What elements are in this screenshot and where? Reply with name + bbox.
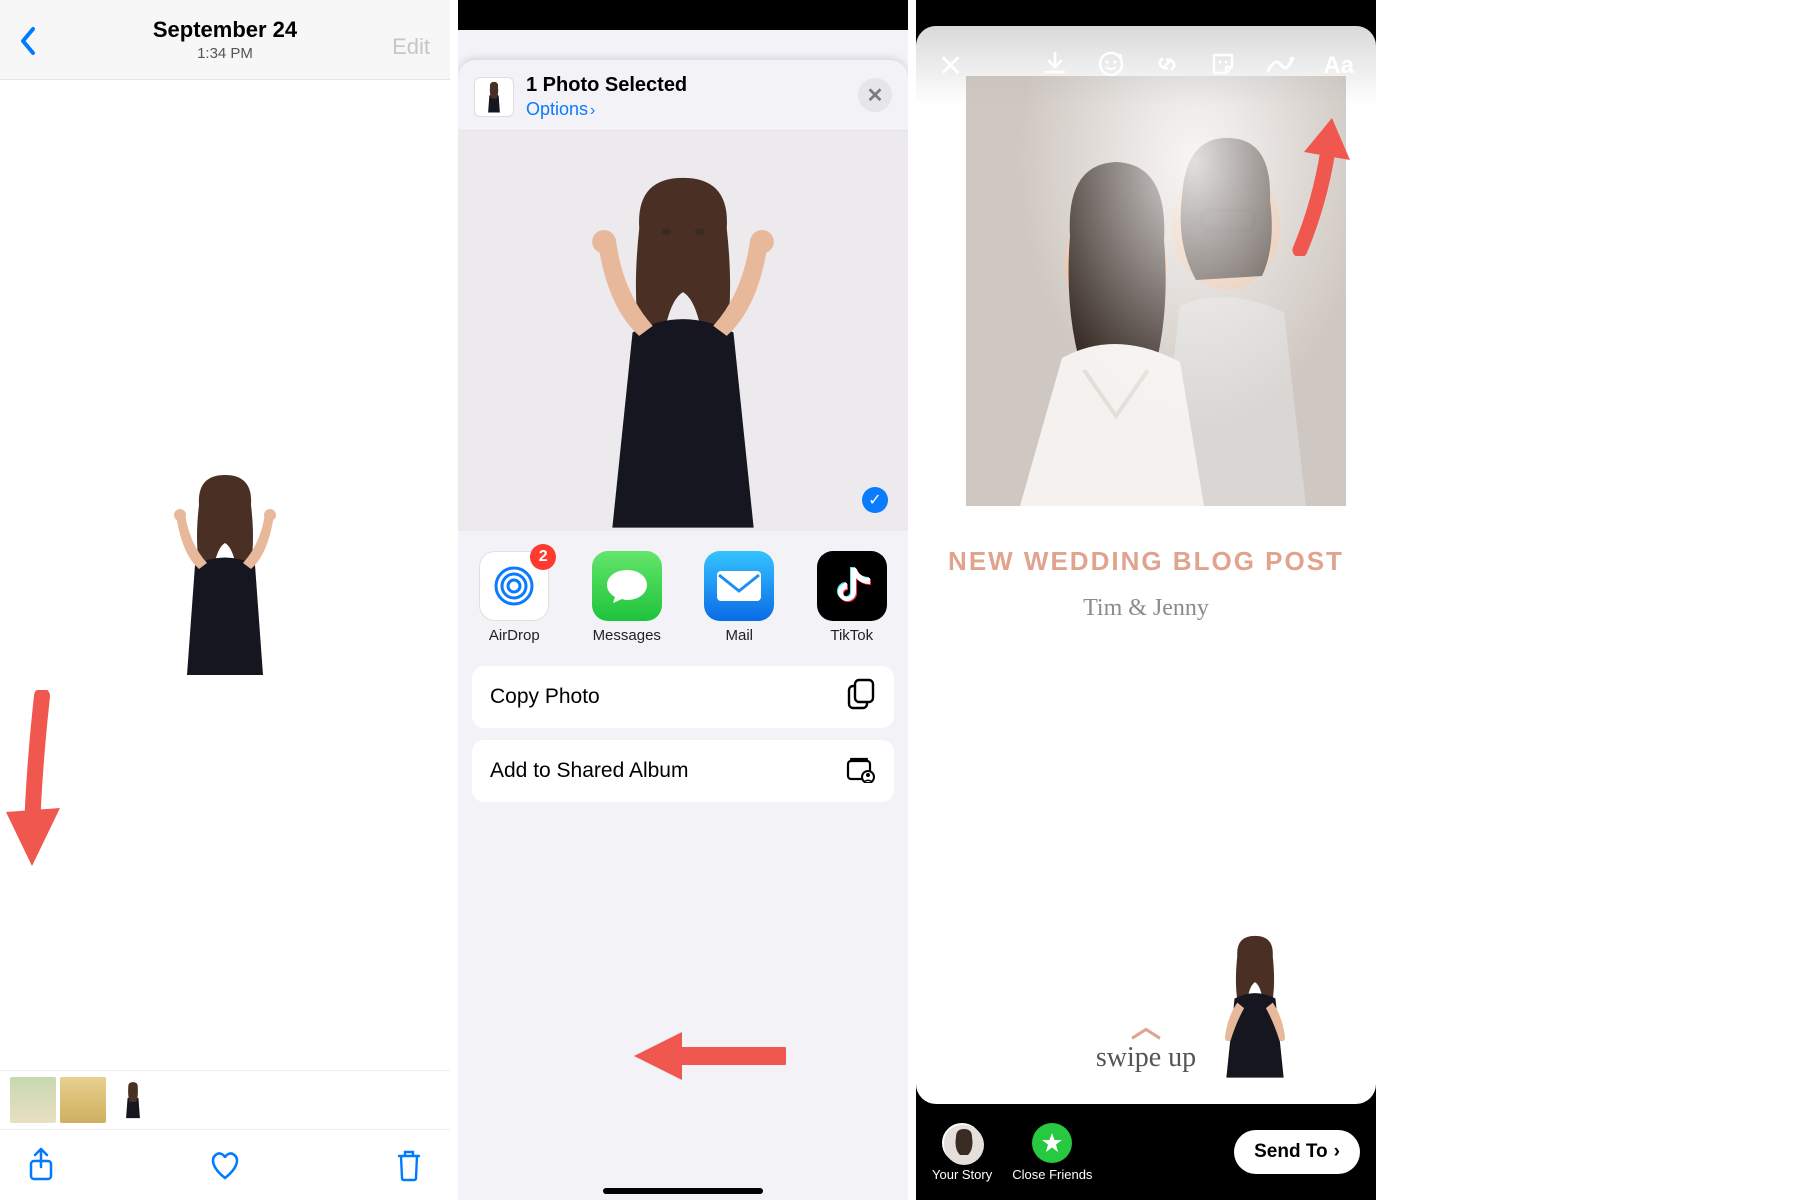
share-actions: Copy Photo Add to Shared Album [458, 658, 908, 802]
story-title: NEW WEDDING BLOG POST [916, 546, 1376, 577]
messages-icon [592, 551, 662, 621]
thumbnail[interactable] [60, 1077, 106, 1123]
download-icon[interactable] [1041, 50, 1069, 83]
action-copy-photo[interactable]: Copy Photo [472, 666, 894, 728]
photos-detail-panel: September 24 1:34 PM Edit [0, 0, 450, 1200]
story-canvas[interactable]: ✕ Aa NEW WEDDING BLOG POST Tim & Jenny ︿… [916, 26, 1376, 1104]
story-text-block[interactable]: NEW WEDDING BLOG POST Tim & Jenny [916, 546, 1376, 622]
airdrop-icon: 2 [479, 551, 549, 621]
app-airdrop[interactable]: 2 AirDrop [476, 551, 553, 644]
share-sheet: 1 Photo Selected Options› ✕ ✓ [458, 60, 908, 1200]
thumbnail-selected[interactable] [110, 1077, 156, 1123]
share-options-button[interactable]: Options› [526, 99, 687, 120]
edit-button[interactable]: Edit [392, 34, 430, 60]
your-story-button[interactable]: Your Story [932, 1123, 992, 1182]
close-icon[interactable]: ✕ [938, 49, 963, 84]
action-add-shared-album[interactable]: Add to Shared Album [472, 740, 894, 802]
share-thumbnail [474, 77, 514, 117]
sticker-icon[interactable] [1209, 50, 1237, 83]
header-time: 1:34 PM [0, 45, 450, 62]
shared-album-icon [844, 753, 876, 789]
swipe-up-indicator[interactable]: ︿ swipe up [1096, 1002, 1196, 1074]
instagram-story-panel: ✕ Aa NEW WEDDING BLOG POST Tim & Jenny ︿… [916, 0, 1376, 1200]
story-bottom-bar: Your Story Close Friends Send To › [916, 1104, 1376, 1200]
thumbnail-strip[interactable] [0, 1070, 450, 1130]
header-date: September 24 [0, 17, 450, 43]
photos-toolbar [0, 1130, 450, 1200]
story-subtitle: Tim & Jenny [916, 595, 1376, 622]
link-icon[interactable] [1153, 50, 1181, 83]
status-bar [916, 0, 1376, 26]
send-to-button[interactable]: Send To › [1234, 1130, 1360, 1174]
chevron-up-icon: ︿ [1096, 1002, 1196, 1046]
story-top-toolbar: ✕ Aa [916, 26, 1376, 106]
story-sticker-gif[interactable] [1200, 929, 1310, 1084]
close-icon[interactable]: ✕ [858, 78, 892, 112]
annotation-arrow-left [626, 1026, 786, 1086]
share-title: 1 Photo Selected [526, 74, 687, 97]
share-header: 1 Photo Selected Options› ✕ [458, 60, 908, 131]
status-bar [458, 0, 908, 30]
chevron-right-icon: › [1334, 1141, 1340, 1163]
draw-icon[interactable] [1265, 51, 1295, 82]
checkmark-icon[interactable]: ✓ [862, 487, 888, 513]
airdrop-badge: 2 [530, 544, 556, 570]
close-friends-button[interactable]: Close Friends [1012, 1123, 1092, 1182]
back-chevron-icon[interactable] [18, 26, 38, 65]
copy-icon [846, 677, 876, 717]
avatar [942, 1123, 982, 1163]
heart-icon[interactable] [208, 1148, 242, 1182]
tiktok-icon [817, 551, 887, 621]
effects-icon[interactable] [1097, 50, 1125, 83]
app-messages[interactable]: Messages [589, 551, 666, 644]
thumbnail[interactable] [10, 1077, 56, 1123]
swipe-up-label: swipe up [1096, 1042, 1196, 1074]
app-mail[interactable]: Mail [701, 551, 778, 644]
share-icon[interactable] [24, 1148, 58, 1182]
text-icon[interactable]: Aa [1323, 52, 1354, 80]
share-apps-row[interactable]: 2 AirDrop Messages Mail [458, 531, 908, 658]
star-icon [1032, 1123, 1072, 1163]
app-tiktok[interactable]: TikTok [814, 551, 891, 644]
photos-header: September 24 1:34 PM Edit [0, 0, 450, 80]
story-wedding-photo[interactable] [966, 76, 1346, 506]
home-indicator[interactable] [603, 1188, 763, 1194]
photo-content [145, 465, 305, 685]
mail-icon [704, 551, 774, 621]
share-preview[interactable]: ✓ [458, 131, 908, 531]
photo-viewer[interactable] [0, 80, 450, 1070]
trash-icon[interactable] [392, 1148, 426, 1182]
share-sheet-panel: 1 Photo Selected Options› ✕ ✓ [458, 0, 908, 1200]
